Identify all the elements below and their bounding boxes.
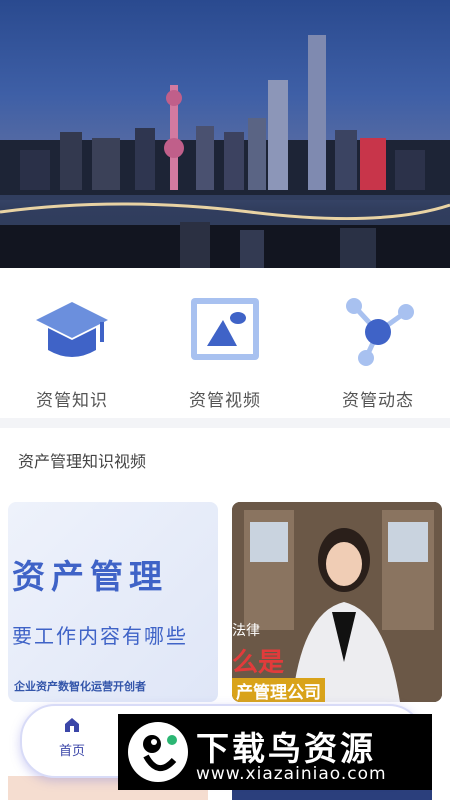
menu-item-knowledge[interactable]: 资管知识: [12, 292, 132, 411]
share-network-icon: [346, 298, 414, 366]
section-title: 资产管理知识视频: [18, 452, 147, 471]
watermark-banner: 下载鸟资源 www.xiazainiao.com: [118, 714, 432, 790]
menu-item-label: 资管动态: [342, 391, 414, 411]
hero-banner: [0, 0, 450, 268]
watermark-title: 下载鸟资源: [196, 729, 376, 768]
bird-logo-icon: [128, 722, 188, 782]
card-title: 资产管理: [12, 557, 168, 596]
menu-item-label: 资管视频: [189, 391, 261, 411]
category-menu: 资管知识 资管视频 资管动态: [0, 268, 450, 418]
card-tag: 产管理公司: [232, 678, 325, 702]
card-footer: 企业资产数智化运营开创者: [14, 680, 146, 693]
card-subtitle: 要工作内容有哪些: [12, 624, 188, 648]
home-icon: [65, 718, 79, 732]
menu-item-news[interactable]: 资管动态: [318, 292, 438, 411]
city-skyline-image: [0, 35, 450, 268]
watermark-url: www.xiazainiao.com: [196, 764, 387, 784]
menu-item-video[interactable]: 资管视频: [165, 292, 285, 411]
video-card[interactable]: 资产管理 要工作内容有哪些 企业资产数智化运营开创者: [8, 502, 218, 702]
card-tag: 法律: [232, 623, 260, 639]
video-card[interactable]: 法律 么是 产管理公司: [232, 502, 442, 702]
image-icon: [191, 298, 259, 360]
graduation-cap-icon: [36, 302, 108, 357]
nav-home-tab[interactable]: 首页: [52, 716, 92, 759]
menu-item-label: 资管知识: [36, 391, 108, 411]
card-tag: 么是: [232, 648, 285, 678]
nav-home-label: 首页: [58, 744, 85, 759]
